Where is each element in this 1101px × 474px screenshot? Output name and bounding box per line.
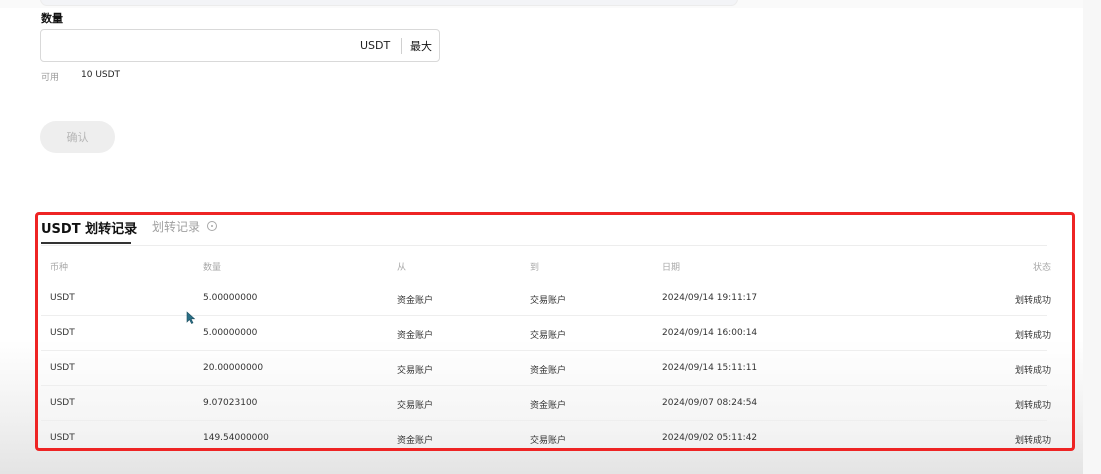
cell-amount: 149.54000000 [203,433,269,443]
cell-to: 资金账户 [530,401,567,411]
tab-active-underline [41,242,131,244]
column-header-coin: 币种 [50,263,69,273]
quantity-label: 数量 [41,12,63,25]
row-divider [41,385,1047,386]
cell-amount: 5.00000000 [203,293,258,303]
cell-date: 2024/09/14 16:00:14 [662,328,758,338]
cell-from: 资金账户 [397,331,434,341]
cell-date: 2024/09/14 15:11:11 [662,363,758,373]
cell-status: 划转成功 [1014,436,1051,446]
tab-transfer-records[interactable]: 划转记录 [152,218,200,235]
cell-from: 资金账户 [397,436,434,446]
cell-coin: USDT [50,433,75,443]
cell-amount: 5.00000000 [203,328,258,338]
tab-usdt-transfer-records[interactable]: USDT 划转记录 [41,218,137,237]
cell-coin: USDT [50,363,75,373]
confirm-button[interactable]: 确认 [40,121,115,153]
cell-to: 资金账户 [530,366,567,376]
cell-amount: 20.00000000 [203,363,264,373]
available-value: 10 USDT [81,70,121,80]
row-divider [41,350,1047,351]
cell-coin: USDT [50,293,75,303]
top-input-edge [40,0,738,6]
scrollbar-track[interactable] [1083,0,1101,474]
cell-from: 资金账户 [397,296,434,306]
tabs-divider [41,245,1047,246]
available-label: 可用 [41,73,60,83]
cell-status: 划转成功 [1014,401,1051,411]
cell-date: 2024/09/14 19:11:17 [662,293,758,303]
cell-from: 交易账户 [397,366,434,376]
cell-to: 交易账户 [530,296,567,306]
cell-to: 交易账户 [530,331,567,341]
quantity-unit: USDT [360,39,391,52]
mouse-cursor-icon [186,311,196,324]
cell-coin: USDT [50,398,75,408]
cell-from: 交易账户 [397,401,434,411]
cell-status: 划转成功 [1014,296,1051,306]
top-strip [0,0,1101,8]
row-divider [41,420,1047,421]
max-button[interactable]: 最大 [410,38,432,54]
quantity-input[interactable] [49,36,339,56]
field-divider [401,38,402,54]
cell-status: 划转成功 [1014,331,1051,341]
cell-amount: 9.07023100 [203,398,258,408]
cell-date: 2024/09/07 08:24:54 [662,398,758,408]
info-icon[interactable] [207,221,217,231]
column-header-status: 状态 [1032,263,1051,273]
cell-coin: USDT [50,328,75,338]
cell-to: 交易账户 [530,436,567,446]
column-header-date: 日期 [662,263,681,273]
quantity-field[interactable]: USDT 最大 [40,29,440,62]
column-header-to: 到 [530,263,540,273]
column-header-amount: 数量 [203,263,222,273]
column-header-from: 从 [397,263,407,273]
cell-date: 2024/09/02 05:11:42 [662,433,758,443]
cell-status: 划转成功 [1014,366,1051,376]
